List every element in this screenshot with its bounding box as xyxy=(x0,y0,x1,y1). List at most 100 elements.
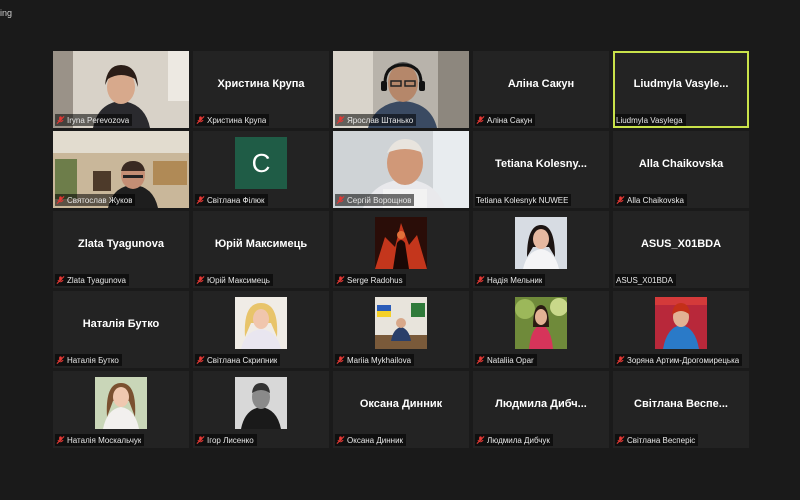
mic-muted-icon xyxy=(616,356,625,364)
participant-name: Наталія Москальчук xyxy=(67,435,142,445)
mic-muted-icon xyxy=(336,196,345,204)
name-bar: Наталія Москальчук xyxy=(55,434,145,446)
mic-muted-icon xyxy=(336,116,345,124)
participant-tile[interactable]: Аліна Сакун Аліна Сакун xyxy=(473,51,609,128)
mic-muted-icon xyxy=(196,276,205,284)
mic-muted-icon xyxy=(56,116,65,124)
mic-muted-icon xyxy=(196,116,205,124)
name-bar: Сергій Ворощнов xyxy=(335,194,415,206)
profile-picture xyxy=(515,297,567,349)
name-bar: Ярослав Штанько xyxy=(335,114,417,126)
mic-muted-icon xyxy=(56,436,65,444)
name-bar: Наталія Бутко xyxy=(55,354,122,366)
participant-tile[interactable]: Iryna Perevozova xyxy=(53,51,189,128)
participant-name: Христина Крупа xyxy=(207,115,267,125)
profile-picture xyxy=(515,217,567,269)
participant-name: Сергій Ворощнов xyxy=(347,195,412,205)
name-bar: ASUS_X01BDA xyxy=(615,274,676,286)
participant-tile[interactable]: Zlata Tyagunova Zlata Tyagunova xyxy=(53,211,189,288)
participant-tile[interactable]: Світлана Скрипник xyxy=(193,291,329,368)
name-bar: Оксана Динник xyxy=(335,434,407,446)
gallery-grid: Iryna Perevozova Христина Крупа Христина… xyxy=(53,51,749,448)
participant-name: Святослав Жуков xyxy=(67,195,133,205)
participant-tile[interactable]: Tetiana Kolesny... Tetiana Kolesnyk NUWE… xyxy=(473,131,609,208)
participant-tile[interactable]: Зоряна Артим-Дрогомирецька xyxy=(613,291,749,368)
participant-name: Alla Chaikovska xyxy=(627,195,684,205)
participant-name: Nataliia Opar xyxy=(487,355,534,365)
participant-display-name: Людмила Дибч... xyxy=(495,398,587,410)
mic-muted-icon xyxy=(476,276,485,284)
participant-name: Наталія Бутко xyxy=(67,355,119,365)
participant-tile-active-speaker[interactable]: Liudmyla Vasyle... Liudmyla Vasylega xyxy=(613,51,749,128)
name-bar: Zlata Tyagunova xyxy=(55,274,130,286)
name-bar: Надія Мельник xyxy=(475,274,546,286)
participant-tile[interactable]: Надія Мельник xyxy=(473,211,609,288)
name-bar: Liudmyla Vasylega xyxy=(615,114,686,126)
participant-display-name: Христина Крупа xyxy=(217,78,305,90)
name-bar: Світлана Скрипник xyxy=(195,354,281,366)
participant-name: Людмила Дибчук xyxy=(487,435,550,445)
name-bar: Ігор Лисенко xyxy=(195,434,257,446)
participant-tile[interactable]: Alla Chaikovska Alla Chaikovska xyxy=(613,131,749,208)
participant-display-name: Світлана Веспе... xyxy=(634,398,728,410)
participant-tile[interactable]: Nataliia Opar xyxy=(473,291,609,368)
participant-name: Tetiana Kolesnyk NUWEE xyxy=(476,195,569,205)
name-bar: Зоряна Артим-Дрогомирецька xyxy=(615,354,743,366)
participant-display-name: Zlata Tyagunova xyxy=(78,238,164,250)
participant-tile[interactable]: Людмила Дибч... Людмила Дибчук xyxy=(473,371,609,448)
participant-tile[interactable]: Юрій Максимець Юрій Максимець xyxy=(193,211,329,288)
participant-tile[interactable]: ASUS_X01BDA ASUS_X01BDA xyxy=(613,211,749,288)
participant-name: Mariia Mykhailova xyxy=(347,355,412,365)
name-bar: Nataliia Opar xyxy=(475,354,537,366)
participant-display-name: Alla Chaikovska xyxy=(638,158,724,170)
name-bar: Юрій Максимець xyxy=(195,274,273,286)
participant-tile[interactable]: Наталія Москальчук xyxy=(53,371,189,448)
participant-name: Світлана Філюк xyxy=(207,195,265,205)
participant-display-name: Аліна Сакун xyxy=(507,78,575,90)
name-bar: Alla Chaikovska xyxy=(615,194,687,206)
name-bar: Святослав Жуков xyxy=(55,194,136,206)
profile-picture xyxy=(235,377,287,429)
participant-display-name: Наталія Бутко xyxy=(82,318,160,330)
mic-muted-icon xyxy=(196,196,205,204)
participant-display-name: Юрій Максимець xyxy=(214,238,308,250)
mic-muted-icon xyxy=(56,276,65,284)
mic-muted-icon xyxy=(476,116,485,124)
participant-name: Світлана Скрипник xyxy=(207,355,278,365)
mic-muted-icon xyxy=(56,356,65,364)
participant-name: Iryna Perevozova xyxy=(67,115,130,125)
participant-tile[interactable]: Ігор Лисенко xyxy=(193,371,329,448)
avatar-letter: C xyxy=(251,147,271,178)
participant-name: ASUS_X01BDA xyxy=(616,275,673,285)
participant-name: Liudmyla Vasylega xyxy=(616,115,683,125)
participant-tile[interactable]: Mariia Mykhailova xyxy=(333,291,469,368)
participant-tile[interactable]: Святослав Жуков xyxy=(53,131,189,208)
participant-tile[interactable]: Світлана Веспе... Світлана Весперіс xyxy=(613,371,749,448)
name-bar: Iryna Perevozova xyxy=(55,114,133,126)
name-bar: Serge Radohus xyxy=(335,274,406,286)
participant-display-name: Liudmyla Vasyle... xyxy=(633,78,729,90)
mic-muted-icon xyxy=(336,276,345,284)
mic-muted-icon xyxy=(336,436,345,444)
profile-picture xyxy=(375,297,427,349)
name-bar: Христина Крупа xyxy=(195,114,270,126)
participant-tile[interactable]: Христина Крупа Христина Крупа xyxy=(193,51,329,128)
participant-name: Ярослав Штанько xyxy=(347,115,414,125)
mic-muted-icon xyxy=(336,356,345,364)
participant-display-name: Tetiana Kolesny... xyxy=(495,158,587,170)
profile-picture xyxy=(655,297,707,349)
mic-muted-icon xyxy=(196,436,205,444)
participant-tile[interactable]: Serge Radohus xyxy=(333,211,469,288)
participant-name: Надія Мельник xyxy=(487,275,543,285)
participant-tile[interactable]: C Світлана Філюк xyxy=(193,131,329,208)
name-bar: Світлана Весперіс xyxy=(615,434,699,446)
participant-tile[interactable]: Сергій Ворощнов xyxy=(333,131,469,208)
name-bar: Людмила Дибчук xyxy=(475,434,553,446)
participant-tile[interactable]: Ярослав Штанько xyxy=(333,51,469,128)
mic-muted-icon xyxy=(476,356,485,364)
mic-muted-icon xyxy=(476,436,485,444)
profile-picture xyxy=(235,297,287,349)
participant-tile[interactable]: Оксана Динник Оксана Динник xyxy=(333,371,469,448)
participant-tile[interactable]: Наталія Бутко Наталія Бутко xyxy=(53,291,189,368)
participant-name: Serge Radohus xyxy=(347,275,403,285)
